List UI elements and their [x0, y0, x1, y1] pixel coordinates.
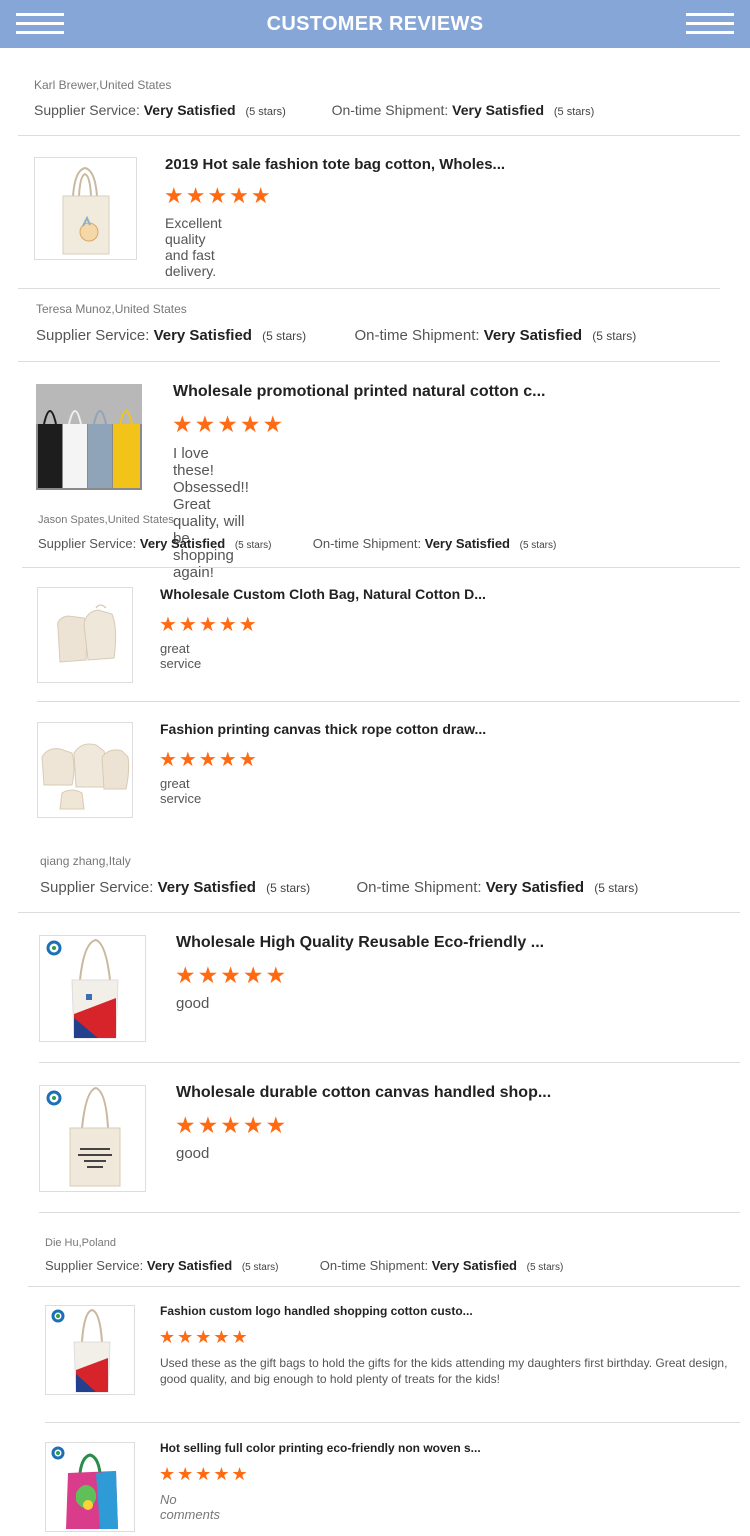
supplier-service-label: Supplier Service: [38, 536, 137, 551]
review-comment: great service [160, 776, 202, 806]
divider [22, 567, 740, 568]
page-header: CUSTOMER REVIEWS [0, 0, 750, 48]
product-thumbnail[interactable] [39, 935, 146, 1042]
ontime-shipment-stars: (5 stars) [519, 540, 557, 551]
supplier-service-stars: (5 stars) [234, 540, 272, 551]
ontime-shipment-label: On-time Shipment: [319, 1258, 429, 1273]
review-comment: Used these as the gift bags to hold the … [160, 1356, 728, 1386]
ontime-shipment-label: On-time Shipment: [356, 879, 482, 896]
divider [18, 135, 740, 136]
product-thumbnail[interactable] [34, 157, 137, 260]
supplier-service-rating: Very Satisfied [146, 1258, 233, 1273]
review-comment: great service [160, 641, 202, 671]
ontime-shipment-label: On-time Shipment: [354, 327, 480, 344]
ontime-shipment-rating: Very Satisfied [452, 102, 544, 118]
product-title-link[interactable]: Wholesale promotional printed natural co… [173, 383, 545, 401]
divider [37, 701, 740, 702]
tote-bag-image [62, 166, 110, 255]
supplier-service-rating: Very Satisfied [153, 327, 252, 344]
rating-stars-icon: ★★★★★ [175, 962, 289, 988]
ontime-shipment-stars: (5 stars) [594, 881, 639, 895]
tote-bag-image [46, 1086, 121, 1187]
tote-bag-image [46, 938, 119, 1039]
ontime-shipment-label: On-time Shipment: [331, 102, 449, 118]
rating-stars-icon: ★★★★★ [172, 411, 286, 437]
review-comment: No comments [160, 1492, 220, 1522]
divider [28, 1286, 740, 1287]
drawstring-bag-image [57, 604, 117, 663]
review-ratings: Supplier Service: Very Satisfied (5 star… [34, 102, 594, 118]
rating-stars-icon: ★★★★★ [164, 183, 273, 208]
tote-bag-image [51, 1308, 111, 1393]
supplier-service-rating: Very Satisfied [157, 879, 256, 896]
product-thumbnail[interactable] [37, 587, 133, 683]
supplier-service-stars: (5 stars) [262, 329, 307, 343]
ontime-shipment-rating: Very Satisfied [424, 536, 511, 551]
divider [45, 1422, 740, 1423]
menu-right-icon[interactable] [686, 13, 734, 37]
menu-left-icon[interactable] [16, 13, 64, 37]
review-comment: I love these! Obsessed!! Great quality, … [173, 445, 249, 581]
supplier-service-label: Supplier Service: [45, 1258, 144, 1273]
supplier-service-stars: (5 stars) [245, 106, 286, 118]
divider [18, 912, 740, 913]
supplier-service-rating: Very Satisfied [139, 536, 226, 551]
product-thumbnail[interactable] [36, 384, 142, 490]
rating-stars-icon: ★★★★★ [159, 614, 259, 636]
ontime-shipment-stars: (5 stars) [526, 1262, 564, 1273]
ontime-shipment-stars: (5 stars) [553, 106, 595, 118]
supplier-service-stars: (5 stars) [266, 881, 311, 895]
drawstring-bags-image [41, 743, 130, 810]
product-thumbnail[interactable] [45, 1305, 135, 1395]
supplier-service-label: Supplier Service: [36, 327, 150, 344]
review-ratings: Supplier Service: Very Satisfied (5 star… [36, 327, 636, 344]
tote-bags-image [36, 384, 142, 490]
product-thumbnail[interactable] [39, 1085, 146, 1192]
product-title-link[interactable]: Wholesale Custom Cloth Bag, Natural Cott… [160, 586, 486, 602]
page-title: CUSTOMER REVIEWS [266, 12, 484, 35]
product-title-link[interactable]: 2019 Hot sale fashion tote bag cotton, W… [165, 156, 505, 173]
ontime-shipment-rating: Very Satisfied [483, 327, 583, 344]
non-woven-bag-image [51, 1446, 118, 1529]
supplier-service-label: Supplier Service: [40, 879, 154, 896]
product-title-link[interactable]: Fashion printing canvas thick rope cotto… [160, 721, 486, 737]
rating-stars-icon: ★★★★★ [159, 749, 259, 771]
product-thumbnail[interactable] [45, 1442, 135, 1532]
rating-stars-icon: ★★★★★ [159, 1464, 250, 1484]
review-comment: Excellent quality and fast delivery. [165, 215, 222, 279]
ontime-shipment-rating: Very Satisfied [431, 1258, 518, 1273]
product-title-link[interactable]: Wholesale durable cotton canvas handled … [176, 1084, 551, 1102]
review-ratings: Supplier Service: Very Satisfied (5 star… [45, 1258, 563, 1273]
ontime-shipment-label: On-time Shipment: [312, 536, 422, 551]
product-title-link[interactable]: Fashion custom logo handled shopping cot… [160, 1304, 473, 1318]
divider [39, 1062, 740, 1063]
reviewer-name: Die Hu,Poland [45, 1237, 116, 1249]
reviewer-name: qiang zhang,Italy [40, 854, 131, 868]
divider [39, 1212, 740, 1213]
review-ratings: Supplier Service: Very Satisfied (5 star… [40, 879, 638, 896]
product-thumbnail[interactable] [37, 722, 133, 818]
supplier-service-stars: (5 stars) [241, 1262, 279, 1273]
divider [18, 288, 720, 289]
rating-stars-icon: ★★★★★ [175, 1112, 289, 1138]
reviewer-name: Jason Spates,United States [38, 514, 174, 526]
review-comment: good [176, 995, 210, 1012]
reviewer-name: Karl Brewer,United States [34, 78, 172, 92]
reviewer-name: Teresa Munoz,United States [36, 302, 187, 316]
supplier-service-rating: Very Satisfied [143, 102, 236, 118]
review-ratings: Supplier Service: Very Satisfied (5 star… [38, 536, 556, 551]
review-comment: good [176, 1145, 210, 1162]
rating-stars-icon: ★★★★★ [159, 1327, 250, 1347]
divider [18, 361, 720, 362]
supplier-service-label: Supplier Service: [34, 102, 140, 118]
ontime-shipment-stars: (5 stars) [592, 329, 637, 343]
product-title-link[interactable]: Hot selling full color printing eco-frie… [160, 1441, 481, 1455]
product-title-link[interactable]: Wholesale High Quality Reusable Eco-frie… [176, 934, 544, 952]
ontime-shipment-rating: Very Satisfied [485, 879, 585, 896]
